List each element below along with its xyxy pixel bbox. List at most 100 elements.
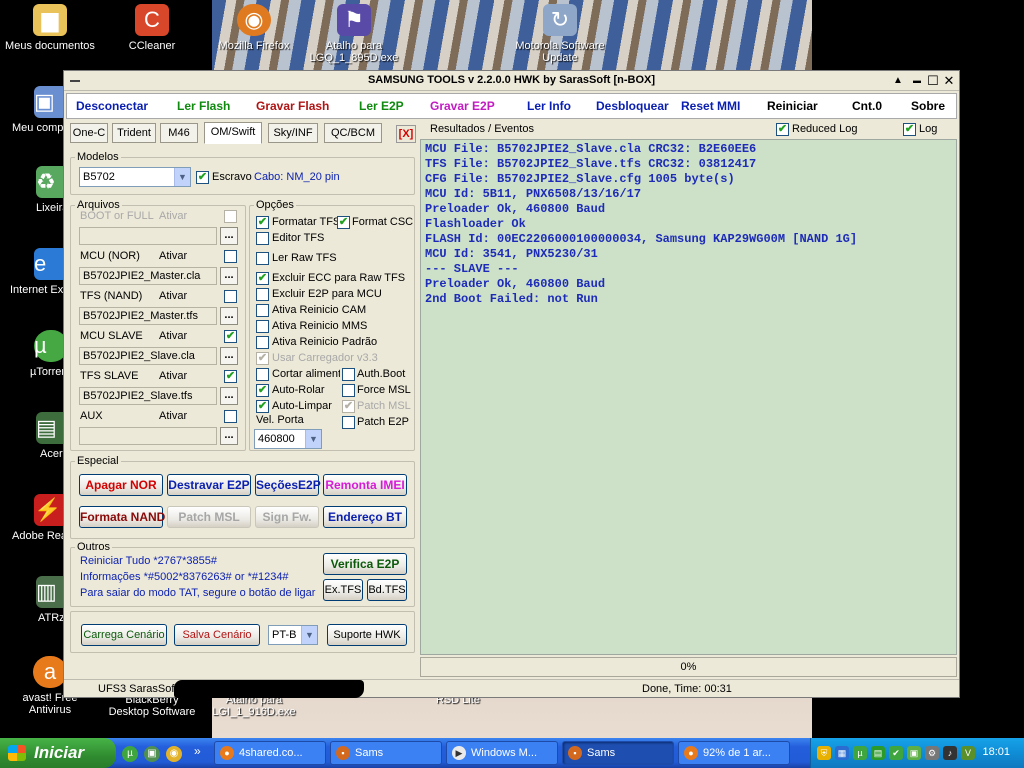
tab-m46[interactable]: M46 bbox=[160, 123, 198, 143]
bd-tfs-button[interactable]: Bd.TFS bbox=[367, 579, 407, 601]
menu-desbloquear[interactable]: Desbloquear bbox=[596, 99, 669, 113]
task-sams-1[interactable]: ▪ Sams bbox=[330, 741, 442, 765]
task-sams-2[interactable]: ▪ Sams bbox=[562, 741, 674, 765]
reinicio-padrao-checkbox[interactable] bbox=[256, 336, 269, 349]
desktop-icon-lgq[interactable]: ⚑ Atalho para LGQ_1_895D.exe bbox=[306, 4, 402, 64]
log-checkbox[interactable]: ✔ bbox=[903, 123, 916, 136]
maximize-button[interactable]: ☐ bbox=[925, 73, 941, 89]
verifica-e2p-button[interactable]: Verifica E2P bbox=[323, 553, 407, 575]
desktop-icon-acer[interactable]: ▤ Acer bbox=[2, 412, 64, 460]
endereco-bt-button[interactable]: Endereço BT bbox=[323, 506, 407, 528]
utorrent-quicklaunch-icon[interactable]: µ bbox=[122, 746, 138, 762]
suporte-hwk-button[interactable]: Suporte HWK bbox=[327, 624, 407, 646]
menu-ler-info[interactable]: Ler Info bbox=[527, 99, 571, 113]
mcu-nor-file-input[interactable]: B5702JPIE2_Master.cla bbox=[79, 267, 217, 285]
reinicio-mms-checkbox[interactable] bbox=[256, 320, 269, 333]
tfs-nand-ativar-checkbox[interactable] bbox=[224, 290, 237, 303]
salva-cenario-button[interactable]: Salva Cenário bbox=[174, 624, 260, 646]
aux-file-input[interactable] bbox=[79, 427, 217, 445]
force-msl-checkbox[interactable] bbox=[342, 384, 355, 397]
secoes-e2p-button[interactable]: SeçõesE2P bbox=[255, 474, 321, 496]
ex-tfs-button[interactable]: Ex.TFS bbox=[323, 579, 363, 601]
tray-gear-icon[interactable]: ⚙ bbox=[925, 746, 939, 760]
tfs-slave-ativar-checkbox[interactable]: ✔ bbox=[224, 370, 237, 383]
menu-gravar-flash[interactable]: Gravar Flash bbox=[256, 99, 329, 113]
speaker-icon[interactable]: ♪ bbox=[943, 746, 957, 760]
desktop-icon-atr[interactable]: ▥ ATRz bbox=[2, 576, 64, 624]
escravo-checkbox[interactable]: ✔ bbox=[196, 171, 209, 184]
desktop-icon-ccleaner[interactable]: C CCleaner bbox=[104, 4, 200, 52]
auth-boot-checkbox[interactable] bbox=[342, 368, 355, 381]
shield-icon[interactable]: ⛨ bbox=[817, 746, 831, 760]
cortar-alimentacao-checkbox[interactable] bbox=[256, 368, 269, 381]
tray-app-icon[interactable]: ▤ bbox=[871, 746, 885, 760]
desktop-icon-meu-computador[interactable]: ▣Meu computador bbox=[2, 86, 64, 134]
tray-green-icon[interactable]: ▣ bbox=[907, 746, 921, 760]
tfs-slave-browse-button[interactable]: ... bbox=[220, 387, 238, 405]
boot-ativar-checkbox[interactable] bbox=[224, 210, 237, 223]
task-windows-media[interactable]: ▶ Windows M... bbox=[446, 741, 558, 765]
remonta-imei-button[interactable]: Remonta IMEI bbox=[323, 474, 407, 496]
tab-one-c[interactable]: One-C bbox=[70, 123, 108, 143]
format-csc-checkbox[interactable]: ✔ bbox=[337, 216, 350, 229]
mcu-nor-browse-button[interactable]: ... bbox=[220, 267, 238, 285]
usar-carregador-checkbox[interactable]: ✔ bbox=[256, 352, 269, 365]
editor-tfs-checkbox[interactable] bbox=[256, 232, 269, 245]
tab-om-swift[interactable]: OM/Swift bbox=[204, 122, 262, 144]
results-log-panel[interactable]: MCU File: B5702JPIE2_Slave.cla CRC32: B2… bbox=[420, 139, 957, 655]
menu-desconectar[interactable]: Desconectar bbox=[76, 99, 148, 113]
chrome-quicklaunch-icon[interactable]: ◉ bbox=[166, 746, 182, 762]
network-icon[interactable]: ▦ bbox=[835, 746, 849, 760]
app-quicklaunch-icon[interactable]: ▣ bbox=[144, 746, 160, 762]
menu-cnt0[interactable]: Cnt.0 bbox=[852, 99, 882, 113]
language-select[interactable]: PT-B ▼ bbox=[268, 625, 318, 645]
tab-trident[interactable]: Trident bbox=[112, 123, 156, 143]
tab-sky-inf[interactable]: Sky/INF bbox=[268, 123, 318, 143]
desktop-icon-motorola[interactable]: ↻ Motorola Software Update bbox=[512, 4, 608, 64]
menu-ler-flash[interactable]: Ler Flash bbox=[177, 99, 230, 113]
formatar-tfs-checkbox[interactable]: ✔ bbox=[256, 216, 269, 229]
tfs-nand-file-input[interactable]: B5702JPIE2_Master.tfs bbox=[79, 307, 217, 325]
apagar-nor-button[interactable]: Apagar NOR bbox=[79, 474, 163, 496]
tfs-nand-browse-button[interactable]: ... bbox=[220, 307, 238, 325]
check-icon[interactable]: ✔ bbox=[889, 746, 903, 760]
mcu-slave-file-input[interactable]: B5702JPIE2_Slave.cla bbox=[79, 347, 217, 365]
auto-limpar-checkbox[interactable]: ✔ bbox=[256, 400, 269, 413]
destravar-e2p-button[interactable]: Destravar E2P bbox=[167, 474, 251, 496]
menu-reiniciar[interactable]: Reiniciar bbox=[767, 99, 818, 113]
vel-porta-select[interactable]: 460800 ▼ bbox=[254, 429, 322, 449]
boot-file-input[interactable] bbox=[79, 227, 217, 245]
quicklaunch-more[interactable]: » bbox=[194, 744, 201, 758]
desktop-icon-meus-documentos[interactable]: ▆ Meus documentos bbox=[2, 4, 98, 52]
patch-msl-checkbox[interactable]: ✔ bbox=[342, 400, 355, 413]
excluir-ecc-checkbox[interactable]: ✔ bbox=[256, 272, 269, 285]
auto-rolar-checkbox[interactable]: ✔ bbox=[256, 384, 269, 397]
reduced-log-checkbox[interactable]: ✔ bbox=[776, 123, 789, 136]
task-download[interactable]: ● 92% de 1 ar... bbox=[678, 741, 790, 765]
desktop-icon-ie[interactable]: eInternet Explorer bbox=[2, 248, 64, 296]
tab-qc-bcm[interactable]: QC/BCM bbox=[324, 123, 382, 143]
aux-browse-button[interactable]: ... bbox=[220, 427, 238, 445]
mcu-nor-ativar-checkbox[interactable] bbox=[224, 250, 237, 263]
desktop-icon-firefox[interactable]: ◉ Mozilla Firefox bbox=[206, 4, 302, 52]
menu-reset-mmi[interactable]: Reset MMI bbox=[681, 99, 740, 113]
patch-e2p-checkbox[interactable] bbox=[342, 416, 355, 429]
patch-msl-button[interactable]: Patch MSL bbox=[167, 506, 251, 528]
roll-up-button[interactable]: ▲ bbox=[890, 73, 906, 89]
tray-v-icon[interactable]: V bbox=[961, 746, 975, 760]
menu-gravar-e2p[interactable]: Gravar E2P bbox=[430, 99, 495, 113]
aux-ativar-checkbox[interactable] bbox=[224, 410, 237, 423]
reinicio-cam-checkbox[interactable] bbox=[256, 304, 269, 317]
minimize-button[interactable]: ▬ bbox=[909, 73, 925, 89]
menu-ler-e2p[interactable]: Ler E2P bbox=[359, 99, 404, 113]
carrega-cenario-button[interactable]: Carrega Cenário bbox=[81, 624, 167, 646]
close-window-button[interactable]: ✕ bbox=[941, 73, 957, 89]
menu-sobre[interactable]: Sobre bbox=[911, 99, 945, 113]
model-select[interactable]: B5702 ▼ bbox=[79, 167, 191, 187]
excluir-e2p-checkbox[interactable] bbox=[256, 288, 269, 301]
desktop-icon-adobe[interactable]: ⚡Adobe Reader bbox=[2, 494, 64, 542]
start-button[interactable]: Iniciar bbox=[0, 738, 116, 768]
close-tab-button[interactable]: [X] bbox=[396, 125, 416, 143]
boot-browse-button[interactable]: ... bbox=[220, 227, 238, 245]
desktop-icon-lixeira[interactable]: ♻Lixeira bbox=[2, 166, 64, 214]
